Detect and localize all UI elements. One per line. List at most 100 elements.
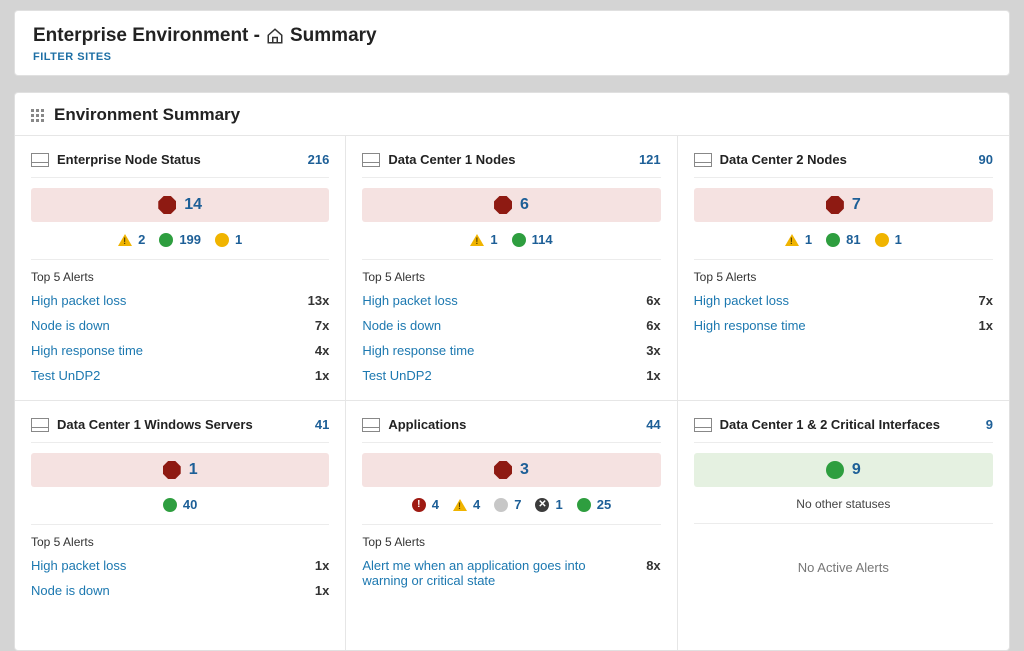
alert-count: 7x — [979, 293, 993, 308]
status-value: 114 — [532, 232, 553, 247]
alert-link[interactable]: Test UnDP2 — [362, 368, 431, 383]
status-item[interactable]: 25 — [577, 497, 611, 512]
status-item[interactable]: 1 — [470, 232, 497, 247]
title-prefix: Enterprise Environment - — [33, 25, 260, 47]
tile-icon — [31, 418, 49, 432]
status-item[interactable]: !4 — [412, 497, 439, 512]
status-row: 1811 — [694, 222, 993, 260]
summary-card: Data Center 2 Nodes9071811Top 5 AlertsHi… — [678, 135, 1009, 400]
alert-link[interactable]: High packet loss — [362, 293, 457, 308]
warning-icon — [118, 234, 132, 246]
status-item[interactable]: 1 — [785, 232, 812, 247]
alert-link[interactable]: Alert me when an application goes into w… — [362, 558, 602, 588]
status-value: 1 — [805, 232, 812, 247]
top-alerts-heading: Top 5 Alerts — [362, 525, 660, 553]
alert-link[interactable]: Node is down — [362, 318, 441, 333]
critical-icon — [494, 196, 512, 214]
panel-title: Environment Summary — [54, 105, 240, 125]
card-total[interactable]: 121 — [639, 152, 661, 167]
status-item[interactable]: 199 — [159, 232, 201, 247]
summary-card: Applications443!447✕125Top 5 AlertsAlert… — [346, 400, 677, 650]
alert-link[interactable]: High packet loss — [31, 558, 126, 573]
up-icon — [159, 233, 173, 247]
status-hero[interactable]: 7 — [694, 188, 993, 222]
card-header: Data Center 1 Nodes 121 — [362, 152, 660, 178]
alert-count: 3x — [646, 343, 660, 358]
top-alerts-heading: Top 5 Alerts — [31, 525, 329, 553]
alert-count: 13x — [308, 293, 330, 308]
up-icon — [826, 233, 840, 247]
summary-card: Data Center 1 & 2 Critical Interfaces99N… — [678, 400, 1009, 650]
alert-row: Test UnDP21x — [362, 363, 660, 388]
status-item[interactable]: 114 — [512, 232, 553, 247]
card-header: Applications44 — [362, 417, 660, 443]
page-title: Enterprise Environment - Summary — [33, 25, 991, 47]
status-value: 81 — [846, 232, 860, 247]
warning-icon — [470, 234, 484, 246]
status-value: 199 — [179, 232, 201, 247]
status-item[interactable]: 4 — [453, 497, 480, 512]
status-item[interactable]: 40 — [163, 497, 197, 512]
down-icon: ! — [412, 498, 426, 512]
card-total[interactable]: 44 — [646, 417, 660, 432]
status-message: No other statuses — [796, 497, 890, 511]
warning-circle-icon — [875, 233, 889, 247]
status-value: 25 — [597, 497, 611, 512]
environment-summary-panel: Environment Summary Enterprise Node Stat… — [14, 92, 1010, 651]
critical-icon — [494, 461, 512, 479]
status-hero[interactable]: 9 — [694, 453, 993, 487]
status-value: 2 — [138, 232, 145, 247]
alert-link[interactable]: Node is down — [31, 318, 110, 333]
status-hero[interactable]: 6 — [362, 188, 660, 222]
status-row: 2 199 1 — [31, 222, 329, 260]
alert-link[interactable]: Node is down — [31, 583, 110, 598]
card-header: Data Center 2 Nodes 90 — [694, 152, 993, 178]
status-row: 1 114 — [362, 222, 660, 260]
card-total[interactable]: 9 — [986, 417, 993, 432]
summary-card: Data Center 1 Nodes12161114Top 5 AlertsH… — [346, 135, 677, 400]
card-total[interactable]: 41 — [315, 417, 329, 432]
status-hero[interactable]: 1 — [31, 453, 329, 487]
status-item[interactable]: 2 — [118, 232, 145, 247]
card-title-text: Data Center 1 Windows Servers — [57, 417, 253, 432]
card-title: Enterprise Node Status — [31, 152, 201, 167]
alert-link[interactable]: High packet loss — [694, 293, 789, 308]
page-header: Enterprise Environment - Summary FILTER … — [14, 10, 1010, 76]
filter-sites-link[interactable]: FILTER SITES — [33, 51, 991, 63]
status-value: 4 — [432, 497, 439, 512]
alert-count: 4x — [315, 343, 329, 358]
alert-row: Node is down 1x — [31, 578, 329, 603]
alert-count: 1x — [315, 583, 329, 598]
summary-card: Enterprise Node Status2161421991Top 5 Al… — [15, 135, 346, 400]
card-total[interactable]: 90 — [979, 152, 993, 167]
card-title: Data Center 2 Nodes — [694, 152, 847, 167]
card-title-text: Enterprise Node Status — [57, 152, 201, 167]
alert-link[interactable]: High response time — [31, 343, 143, 358]
status-hero[interactable]: 14 — [31, 188, 329, 222]
alert-count: 1x — [979, 318, 993, 333]
status-value: 4 — [473, 497, 480, 512]
status-item[interactable]: 7 — [494, 497, 521, 512]
drag-handle-icon[interactable] — [31, 109, 44, 122]
alert-link[interactable]: High response time — [694, 318, 806, 333]
status-item[interactable]: 1 — [215, 232, 242, 247]
alert-link[interactable]: Test UnDP2 — [31, 368, 100, 383]
status-item[interactable]: 81 — [826, 232, 860, 247]
status-value: 1 — [555, 497, 562, 512]
card-total[interactable]: 216 — [308, 152, 330, 167]
panel-header: Environment Summary — [15, 93, 1009, 135]
status-item[interactable]: 1 — [875, 232, 902, 247]
tile-icon — [31, 153, 49, 167]
alert-row: High response time 1x — [694, 313, 993, 338]
up-icon — [577, 498, 591, 512]
hero-value: 6 — [520, 196, 529, 214]
status-item[interactable]: ✕1 — [535, 497, 562, 512]
alert-row: High packet loss1x — [31, 553, 329, 578]
alert-link[interactable]: High response time — [362, 343, 474, 358]
card-title-text: Data Center 1 Nodes — [388, 152, 515, 167]
home-icon — [266, 25, 284, 47]
tile-icon — [694, 418, 712, 432]
status-hero[interactable]: 3 — [362, 453, 660, 487]
hero-value: 9 — [852, 461, 861, 479]
alert-link[interactable]: High packet loss — [31, 293, 126, 308]
